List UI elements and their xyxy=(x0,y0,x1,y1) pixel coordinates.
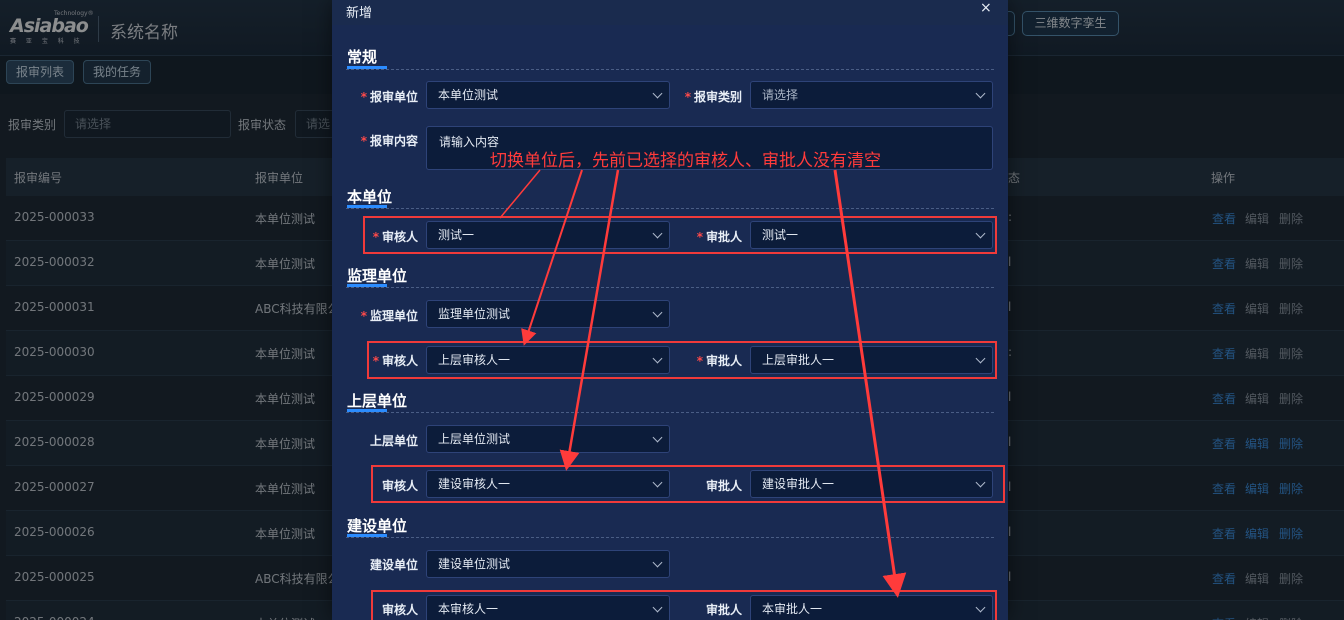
arrow-to-supervisor xyxy=(521,169,583,346)
arrow-to-upper xyxy=(559,169,620,471)
annotation-arrows xyxy=(499,169,907,598)
arrow-to-build xyxy=(833,169,907,598)
arrow-to-own xyxy=(499,169,541,219)
